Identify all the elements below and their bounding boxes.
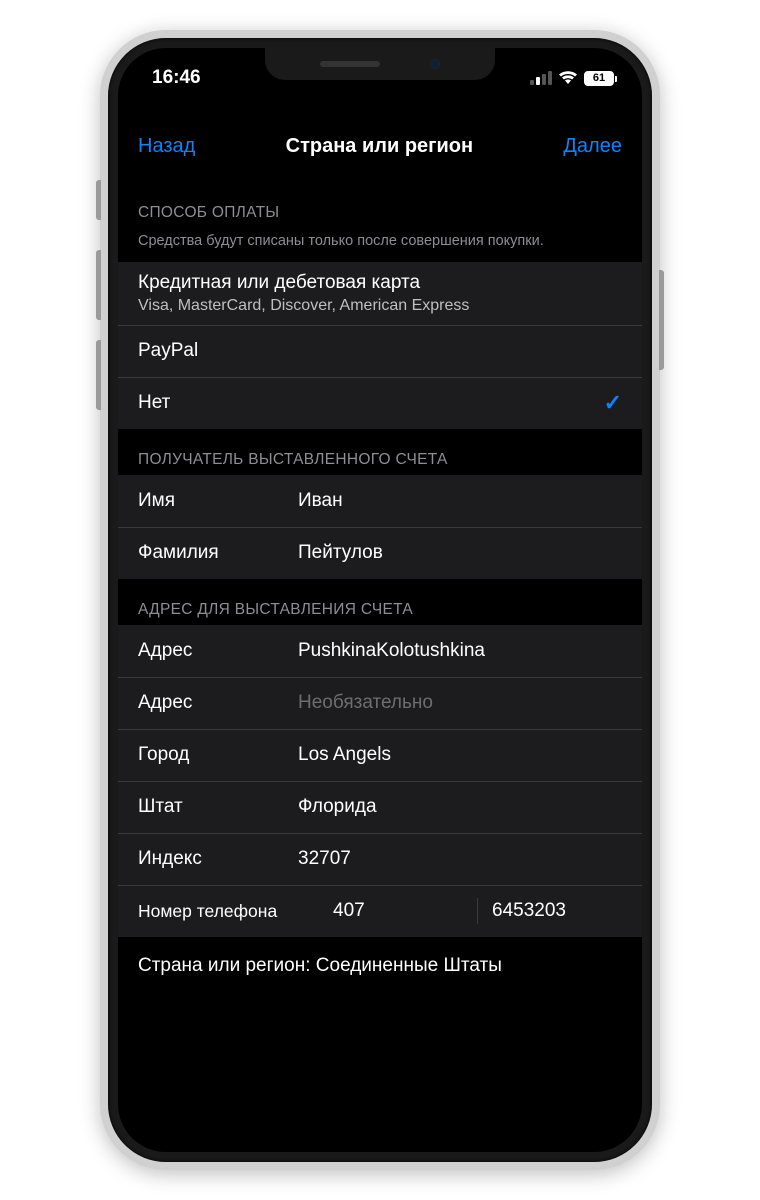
firstname-value[interactable]: Иван: [298, 490, 622, 512]
phone-number-value[interactable]: 6453203: [492, 900, 622, 922]
phone-divider: [477, 898, 478, 924]
state-value[interactable]: Флорида: [298, 796, 622, 818]
screen: 16:46 61 Назад Страна или регион Далее: [118, 48, 642, 1152]
content-scroll[interactable]: СПОСОБ ОПЛАТЫ Средства будут списаны тол…: [118, 174, 642, 977]
address1-row[interactable]: Адрес PushkinaKolotushkina: [118, 625, 642, 677]
lastname-value[interactable]: Пейтулов: [298, 542, 622, 564]
speaker-grille: [320, 61, 380, 67]
state-label: Штат: [138, 796, 298, 818]
front-camera: [430, 59, 440, 69]
address1-label: Адрес: [138, 640, 298, 662]
city-row[interactable]: Город Los Angels: [118, 729, 642, 781]
address2-row[interactable]: Адрес Необязательно: [118, 677, 642, 729]
mute-switch: [96, 180, 101, 220]
recipient-section-header: ПОЛУЧАТЕЛЬ ВЫСТАВЛЕННОГО СЧЕТА: [118, 429, 642, 475]
phone-bezel: 16:46 61 Назад Страна или регион Далее: [108, 38, 652, 1162]
country-region-line[interactable]: Страна или регион: Соединенные Штаты: [118, 937, 642, 977]
navigation-bar: Назад Страна или регион Далее: [118, 118, 642, 174]
firstname-label: Имя: [138, 490, 298, 512]
recipient-group: Имя Иван Фамилия Пейтулов: [118, 475, 642, 579]
back-button[interactable]: Назад: [138, 135, 195, 158]
payment-option-paypal[interactable]: PayPal: [118, 325, 642, 377]
zip-row[interactable]: Индекс 32707: [118, 833, 642, 885]
phone-area-value[interactable]: 407: [333, 900, 463, 922]
lastname-row[interactable]: Фамилия Пейтулов: [118, 527, 642, 579]
city-label: Город: [138, 744, 298, 766]
next-button[interactable]: Далее: [563, 135, 622, 158]
phone-row[interactable]: Номер телефона 407 6453203: [118, 885, 642, 937]
payment-option-none-label: Нет: [138, 392, 170, 414]
notch: [265, 48, 495, 80]
payment-option-credit-sub: Visa, MasterCard, Discover, American Exp…: [138, 297, 469, 315]
status-indicators: 61: [530, 71, 614, 86]
status-time: 16:46: [152, 67, 201, 89]
city-value[interactable]: Los Angels: [298, 744, 622, 766]
lastname-label: Фамилия: [138, 542, 298, 564]
volume-up-button: [96, 250, 101, 320]
battery-level: 61: [593, 72, 605, 84]
power-button: [659, 270, 664, 370]
payment-option-credit[interactable]: Кредитная или дебетовая карта Visa, Mast…: [118, 262, 642, 325]
wifi-icon: [558, 71, 578, 85]
cellular-signal-icon: [530, 71, 552, 85]
phone-frame: 16:46 61 Назад Страна или регион Далее: [100, 30, 660, 1170]
volume-down-button: [96, 340, 101, 410]
payment-option-paypal-label: PayPal: [138, 340, 198, 362]
page-title: Страна или регион: [286, 135, 473, 158]
billing-group: Адрес PushkinaKolotushkina Адрес Необяза…: [118, 625, 642, 937]
payment-section-header: СПОСОБ ОПЛАТЫ: [118, 182, 642, 228]
address1-value[interactable]: PushkinaKolotushkina: [298, 640, 622, 662]
battery-icon: 61: [584, 71, 614, 86]
payment-option-none[interactable]: Нет ✓: [118, 377, 642, 429]
payment-options-group: Кредитная или дебетовая карта Visa, Mast…: [118, 262, 642, 429]
zip-value[interactable]: 32707: [298, 848, 622, 870]
billing-section-header: АДРЕС ДЛЯ ВЫСТАВЛЕНИЯ СЧЕТА: [118, 579, 642, 625]
phone-label: Номер телефона: [138, 901, 333, 922]
address2-placeholder[interactable]: Необязательно: [298, 692, 622, 714]
payment-option-credit-title: Кредитная или дебетовая карта: [138, 272, 420, 294]
payment-section-footer: Средства будут списаны только после сове…: [118, 228, 642, 262]
firstname-row[interactable]: Имя Иван: [118, 475, 642, 527]
checkmark-icon: ✓: [604, 390, 622, 416]
zip-label: Индекс: [138, 848, 298, 870]
state-row[interactable]: Штат Флорида: [118, 781, 642, 833]
address2-label: Адрес: [138, 692, 298, 714]
